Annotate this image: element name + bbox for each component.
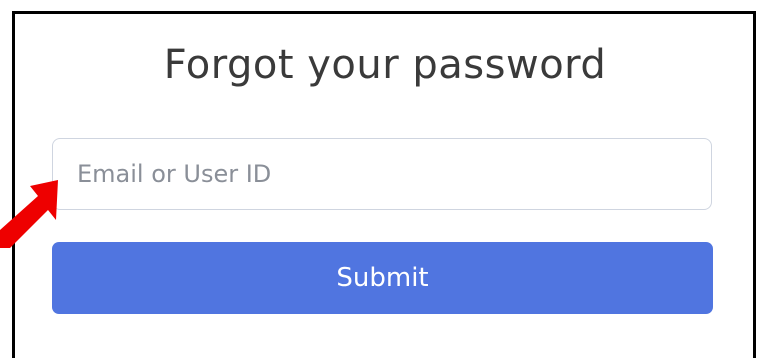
red-pointer-arrow-icon xyxy=(0,180,58,248)
forgot-password-panel: Forgot your password Submit xyxy=(12,11,756,358)
page-title: Forgot your password xyxy=(163,42,607,88)
screenshot-stage: Forgot your password Submit xyxy=(0,0,770,358)
submit-button[interactable]: Submit xyxy=(52,242,713,314)
email-or-user-id-input[interactable] xyxy=(52,138,712,210)
